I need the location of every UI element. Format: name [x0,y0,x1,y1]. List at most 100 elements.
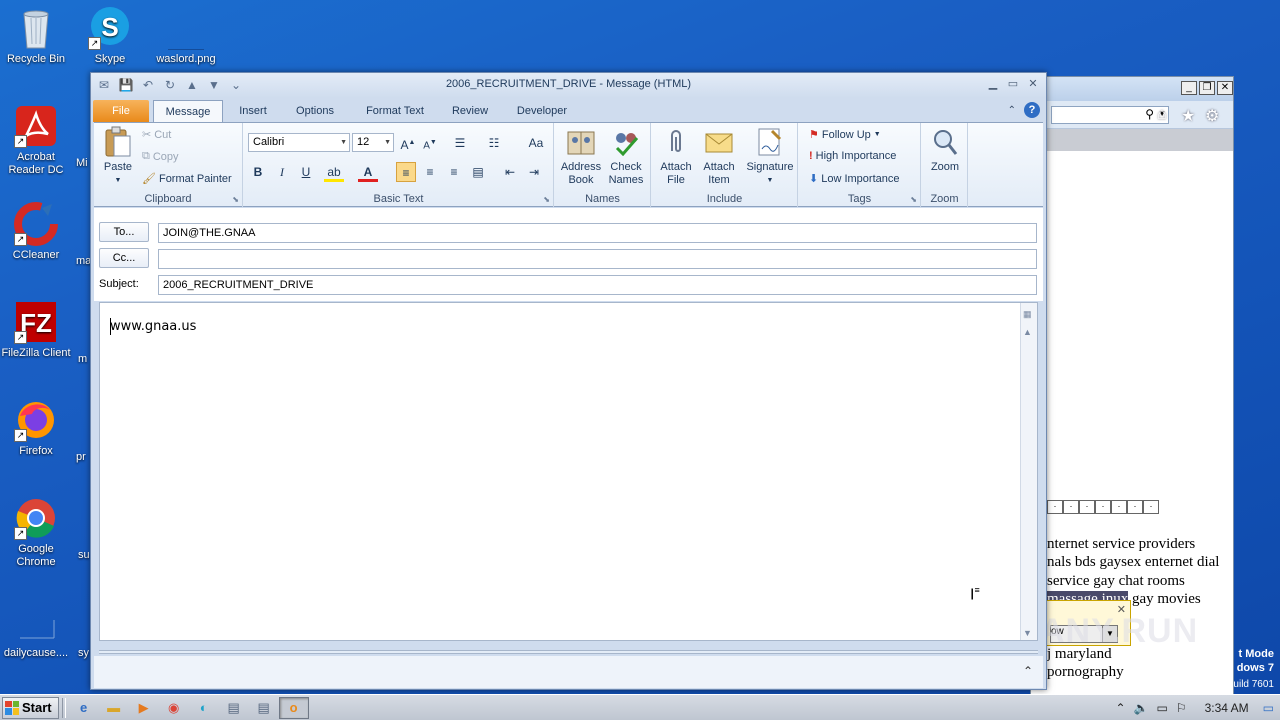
volume-icon[interactable]: 🔈 [1134,701,1149,715]
minimize-icon[interactable]: _ [1181,81,1197,95]
dialog-launcher-icon[interactable]: ⬊ [232,195,239,204]
chevron-down-icon: ▼ [114,177,122,184]
message-window[interactable]: ✉ 💾 ↶ ↻ ▲ ▼ ⌄ 2006_RECRUITMENT_DRIVE - M… [90,72,1047,690]
desktop-icon-chrome[interactable]: ↗ Google Chrome [0,496,74,569]
address-book-button[interactable]: Address Book [559,126,603,187]
bold-icon[interactable]: B [248,162,268,182]
action-center-flag-icon[interactable]: ⚐ [1176,701,1187,715]
high-importance-button[interactable]: ! High Importance [809,150,896,162]
background-window-titlebar[interactable]: _ ❐ ✕ [1031,77,1233,101]
desktop-icon-filezilla[interactable]: FZ ↗ FileZilla Client [0,300,74,360]
follow-up-button[interactable]: ⚑ Follow Up ▼ [809,128,881,142]
align-center-icon[interactable]: ≡ [420,162,440,182]
edge-icon[interactable]: ◐ [189,697,219,719]
close-icon[interactable]: ✕ [1217,81,1233,95]
justify-icon[interactable]: ▤ [468,162,488,182]
bullets-icon[interactable]: ☰ [450,133,470,153]
signature-button[interactable]: Signature ▼ [744,126,796,187]
to-button[interactable]: To... [99,222,149,242]
subject-field[interactable]: 2006_RECRUITMENT_DRIVE [158,275,1037,295]
underline-icon[interactable]: U [296,162,316,182]
increase-indent-icon[interactable]: ⇥ [524,162,544,182]
desktop-icon-waslord[interactable]: waslord.png [148,6,224,66]
desktop-peek-label: Mi [76,157,88,169]
copy-button[interactable]: ⧉ Copy [142,150,179,163]
font-color-icon[interactable]: A [358,162,378,182]
low-importance-button[interactable]: ⬇ Low Importance [809,172,899,186]
dialog-launcher-icon[interactable]: ⬊ [910,195,917,204]
ccleaner-icon: ↗ [14,202,58,246]
desktop-icon-firefox[interactable]: ↗ Firefox [0,398,74,458]
tab-insert[interactable]: Insert [231,100,275,122]
tab-developer[interactable]: Developer [509,100,575,122]
settings-gear-icon[interactable]: ⚙ [1205,106,1219,126]
cc-button[interactable]: Cc... [99,248,149,268]
document-window-icon[interactable]: ▤ [219,697,249,719]
desktop-icon-recycle-bin[interactable]: Recycle Bin [0,6,74,66]
desktop-icon-skype[interactable]: S ↗ Skype [72,6,148,66]
highlight-icon[interactable]: ab [324,162,344,182]
explorer-folder-icon[interactable]: ▬ [99,697,129,719]
background-browser-window[interactable]: _ ❐ ✕ ⚲ ▼ ⌂ ★ ⚙ · · · · · · · nternet service … [1030,76,1234,696]
grow-font-icon[interactable]: A▲ [398,133,418,153]
font-size-combo[interactable]: 12 ▼ [352,133,394,152]
search-icon[interactable]: ⚲ [1145,107,1154,121]
network-icon[interactable]: ▭ [1157,701,1168,715]
paste-button[interactable]: Paste ▼ [100,126,136,187]
flag-icon: ⚑ [809,129,819,141]
media-player-icon[interactable]: ▶ [129,697,159,719]
attach-file-button[interactable]: Attach File [656,126,696,187]
tab-format-text[interactable]: Format Text [359,100,431,122]
minimize-ribbon-icon[interactable]: ⌃ [1008,105,1016,116]
minimize-icon[interactable]: ▁ [984,76,1002,92]
cc-field[interactable] [158,249,1037,269]
status-strip [99,650,1038,654]
help-icon[interactable]: ? [1024,102,1040,118]
font-name-combo[interactable]: Calibri ▼ [248,133,350,152]
tab-file[interactable]: File [93,100,149,122]
align-left-icon[interactable]: ≡ [396,162,416,182]
tab-options[interactable]: Options [289,100,341,122]
desktop-icon-ccleaner[interactable]: ↗ CCleaner [0,202,74,262]
restore-icon[interactable]: ❐ [1199,81,1215,95]
tray-expand-icon[interactable]: ⌃ [1116,701,1126,715]
shrink-font-icon[interactable]: A▼ [420,133,440,153]
close-icon[interactable]: ✕ [1024,76,1042,92]
message-body-text[interactable]: www.gnaa.us [110,319,196,334]
check-names-button[interactable]: Check Names [605,126,647,187]
numbering-icon[interactable]: ☷ [484,133,504,153]
chrome-taskbar-icon[interactable]: ◉ [159,697,189,719]
expand-chevron-icon[interactable]: ⌃ [1023,664,1033,678]
tab-message[interactable]: Message [153,100,223,122]
document-window-icon-2[interactable]: ▤ [249,697,279,719]
clock[interactable]: 3:34 AM [1205,701,1249,715]
scroll-up-icon[interactable]: ▲ [1023,327,1032,337]
decrease-indent-icon[interactable]: ⇤ [500,162,520,182]
format-painter-button[interactable]: 🖌 Format Painter [142,172,232,186]
title-bar[interactable]: ✉ 💾 ↶ ↻ ▲ ▼ ⌄ 2006_RECRUITMENT_DRIVE - M… [91,73,1046,98]
styles-icon[interactable]: Aa [526,133,546,153]
show-desktop-icon[interactable]: ▭ [1263,701,1274,715]
background-search-field[interactable]: ⚲ ▼ [1051,106,1169,124]
zoom-button[interactable]: Zoom [924,126,966,174]
attach-item-label: Attach Item [703,161,735,186]
dialog-launcher-icon[interactable]: ⬊ [543,195,550,204]
start-button[interactable]: Start [2,696,59,719]
home-icon[interactable]: ⌂ [1157,106,1167,124]
vertical-scrollbar[interactable]: ▦ ▲ ▼ [1020,303,1037,640]
tab-review[interactable]: Review [445,100,495,122]
favorites-star-icon[interactable]: ★ [1181,106,1195,126]
ruler-toggle-icon[interactable]: ▦ [1023,309,1032,320]
to-field[interactable]: JOIN@THE.GNAA [158,223,1037,243]
attach-item-button[interactable]: Attach Item [698,126,740,187]
maximize-icon[interactable]: ▭ [1004,76,1022,92]
desktop-icon-dailycause[interactable]: dailycause.... [0,600,74,660]
align-right-icon[interactable]: ≡ [444,162,464,182]
desktop-icon-acrobat[interactable]: ↗ Acrobat Reader DC [0,104,74,177]
cut-button[interactable]: ✂ Cut [142,128,171,142]
italic-icon[interactable]: I [272,162,292,182]
message-body[interactable]: www.gnaa.us I≡ ▦ ▲ ▼ [99,302,1038,641]
scroll-down-icon[interactable]: ▼ [1023,628,1032,638]
ie-icon[interactable]: e [69,697,99,719]
outlook-taskbar-icon[interactable]: o [278,696,309,719]
